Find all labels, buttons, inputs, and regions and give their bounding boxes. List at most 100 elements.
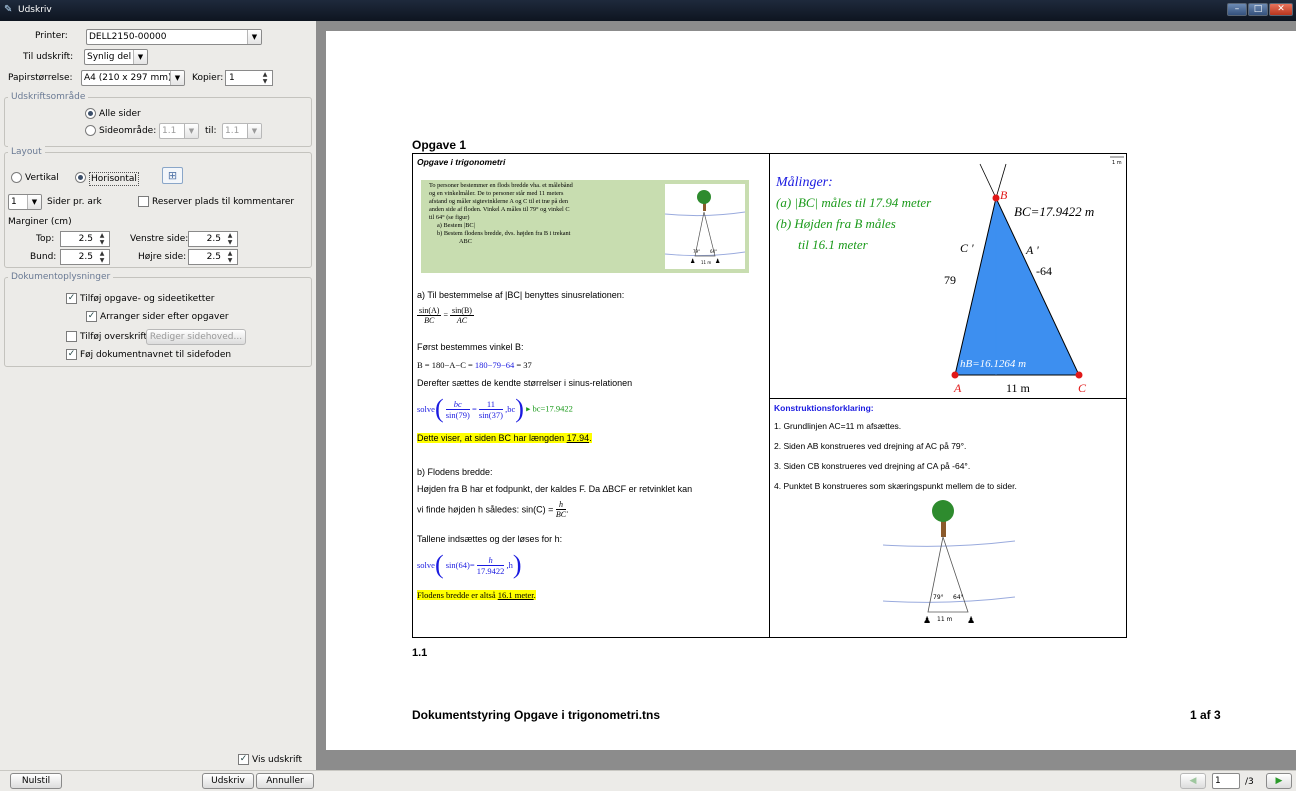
left-margin-stepper[interactable]: 2.5 ▲ ▼: [188, 231, 238, 247]
footer-document-name: Dokumentstyring Opgave i trigonometri.tn…: [412, 708, 661, 722]
document-panel: Opgave i trigonometri To personer bestem…: [412, 153, 770, 638]
frac-BC: BC: [555, 510, 567, 519]
add-footer-name-label: Føj dokumentnavnet til sidefoden: [80, 350, 232, 360]
document-title: Opgave i trigonometri: [417, 157, 506, 167]
page-current-value: 1: [1215, 776, 1221, 786]
solve-bc-formula: solve( bc sin(79) = 11 sin(37) ,bc) ▸ bc=1…: [417, 394, 573, 423]
maximize-button[interactable]: □: [1248, 3, 1268, 16]
print-button[interactable]: Udskriv: [202, 773, 254, 789]
add-labels-checkbox[interactable]: ✓: [66, 293, 77, 304]
construction-step: 1. Grundlinjen AC=11 m afsættes.: [774, 421, 902, 431]
minimize-button[interactable]: –: [1227, 3, 1247, 16]
arrange-label: Arranger sider efter opgaver: [100, 312, 229, 322]
tree-crown: [932, 500, 954, 522]
figure-angle-a: 79°: [933, 594, 944, 601]
add-header-checkbox[interactable]: [66, 331, 77, 342]
angle-eq-blue: 180−79−64: [474, 360, 515, 370]
triangle-graph: 1 m B A C C ' A ' 79 -64 BC=17.9422 m hB…: [775, 156, 1124, 395]
bottom-margin-stepper[interactable]: 2.5 ▲ ▼: [60, 249, 110, 265]
stepper-arrows-icon[interactable]: ▲ ▼: [96, 232, 108, 246]
river-line-top: [883, 540, 1015, 547]
result-b-end: .: [533, 590, 536, 600]
result-b: Flodens bredde er altså 16.1 meter.: [417, 590, 536, 600]
copies-label: Kopier:: [192, 73, 224, 83]
layout-grid-icon[interactable]: ⊞: [162, 167, 183, 184]
previous-page-icon[interactable]: ◀: [1180, 773, 1206, 789]
problem-line: til 64° (se figur): [429, 214, 470, 221]
cancel-button[interactable]: Annuller: [256, 773, 314, 789]
print-range-title: Udskriftsområde: [8, 91, 89, 103]
window-title: Udskriv: [18, 5, 52, 15]
show-print-label: Vis udskrift: [252, 755, 303, 765]
label-a-prime: A ': [1025, 243, 1039, 257]
page-to-select[interactable]: 1.1 ▼: [222, 123, 262, 139]
printer-select[interactable]: DELL2150-00000 ▼: [86, 29, 262, 45]
solve-h-formula: solve( sin(64)= h 17.9422 ,h): [417, 550, 522, 579]
paper-size-label: Papirstørrelse:: [8, 73, 73, 83]
stepper-arrows-icon[interactable]: ▲ ▼: [96, 250, 108, 264]
frac-11: 11: [478, 399, 503, 410]
printer-label: Printer:: [35, 31, 68, 41]
margins-label: Marginer (cm): [8, 217, 72, 227]
horizontal-radio[interactable]: [75, 172, 86, 183]
pages-per-sheet-select[interactable]: 1 ▼: [8, 194, 42, 210]
to-label: til:: [205, 126, 217, 136]
print-what-select[interactable]: Synlig del ▼: [84, 49, 148, 65]
page-number-input[interactable]: 1: [1212, 773, 1240, 789]
paper-size-select[interactable]: A4 (210 x 297 mm) ▼: [81, 70, 185, 86]
all-pages-radio[interactable]: [85, 108, 96, 119]
part-b-text-3: Tallene indsættes og der løses for h:: [417, 534, 563, 544]
right-margin-value: 2.5: [206, 252, 221, 262]
bottom-bar: Nulstil Udskriv Annuller ◀ 1 /3 ▶: [0, 770, 1296, 791]
copies-value: 1: [229, 73, 235, 83]
problem-b-cont: ABC: [459, 238, 472, 245]
page-from-select[interactable]: 1.1 ▼: [159, 123, 199, 139]
formula-eq: =: [443, 310, 448, 320]
graph-panel: 1 m B A C C ' A ' 79 -64 BC=17.9422 m hB…: [769, 153, 1127, 399]
stepper-arrows-icon[interactable]: ▲ ▼: [224, 250, 236, 264]
vertical-radio[interactable]: [11, 172, 22, 183]
print-range-group: [4, 97, 312, 147]
problem-line: To personer bestemmer en flods bredde vh…: [429, 182, 573, 189]
document-info-title: Dokumentoplysninger: [8, 271, 114, 283]
reserve-comments-checkbox[interactable]: [138, 196, 149, 207]
person-a-icon: ♟: [690, 258, 695, 265]
show-print-checkbox[interactable]: ✓: [238, 754, 249, 765]
top-margin-stepper[interactable]: 2.5 ▲ ▼: [60, 231, 110, 247]
add-footer-name-checkbox[interactable]: ✓: [66, 349, 77, 360]
footer-page-count: 1 af 3: [1190, 708, 1221, 722]
solve-result: ▸ bc=17.9422: [526, 403, 573, 414]
formula-eq: =: [471, 404, 477, 414]
formula-AC: AC: [456, 316, 468, 325]
right-margin-stepper[interactable]: 2.5 ▲ ▼: [188, 249, 238, 265]
sine-relation-formula: sin(A) BC = sin(B) AC: [417, 306, 474, 325]
reset-button[interactable]: Nulstil: [10, 773, 62, 789]
figure-angle-a: 79°: [693, 249, 700, 254]
add-labels-label: Tilføj opgave- og sideetiketter: [80, 294, 215, 304]
left-margin-label: Venstre side:: [130, 234, 189, 244]
problem-box: To personer bestemmer en flods bredde vh…: [421, 180, 749, 273]
copies-stepper[interactable]: 1 ▲ ▼: [225, 70, 273, 86]
chevron-down-icon: ▼: [133, 50, 147, 64]
angle-eq-result: = 37: [514, 360, 532, 370]
close-button[interactable]: ✕: [1269, 3, 1293, 16]
label-64: -64: [1036, 264, 1052, 278]
solve-keyword: solve: [417, 560, 435, 570]
construction-step: 4. Punktet B konstrueres som skæringspun…: [774, 481, 1017, 491]
problem-line: afstand og måler sigtevinklerne A og C t…: [429, 198, 569, 205]
page-range-radio[interactable]: [85, 125, 96, 136]
problem-b: b) Bestem flodens bredde, dvs. højden fr…: [437, 230, 571, 237]
river-line-bottom: [883, 596, 1015, 603]
horizontal-label: Horisontal: [89, 172, 139, 186]
person-c-icon: ♟: [967, 616, 975, 626]
reserve-comments-label: Reserver plads til kommentarer: [152, 197, 295, 207]
stepper-arrows-icon[interactable]: ▲ ▼: [259, 71, 271, 85]
arrange-checkbox[interactable]: ✓: [86, 311, 97, 322]
part-b-text-2b: .: [566, 504, 569, 515]
label-79: 79: [944, 273, 956, 287]
part-b-text-2: vi finde højden h således: sin(C) = h BC.: [417, 500, 569, 519]
next-page-icon[interactable]: ▶: [1266, 773, 1292, 789]
app-icon: ✎: [4, 4, 13, 15]
stepper-arrows-icon[interactable]: ▲ ▼: [224, 232, 236, 246]
edit-header-button[interactable]: Rediger sidehoved...: [146, 329, 246, 345]
